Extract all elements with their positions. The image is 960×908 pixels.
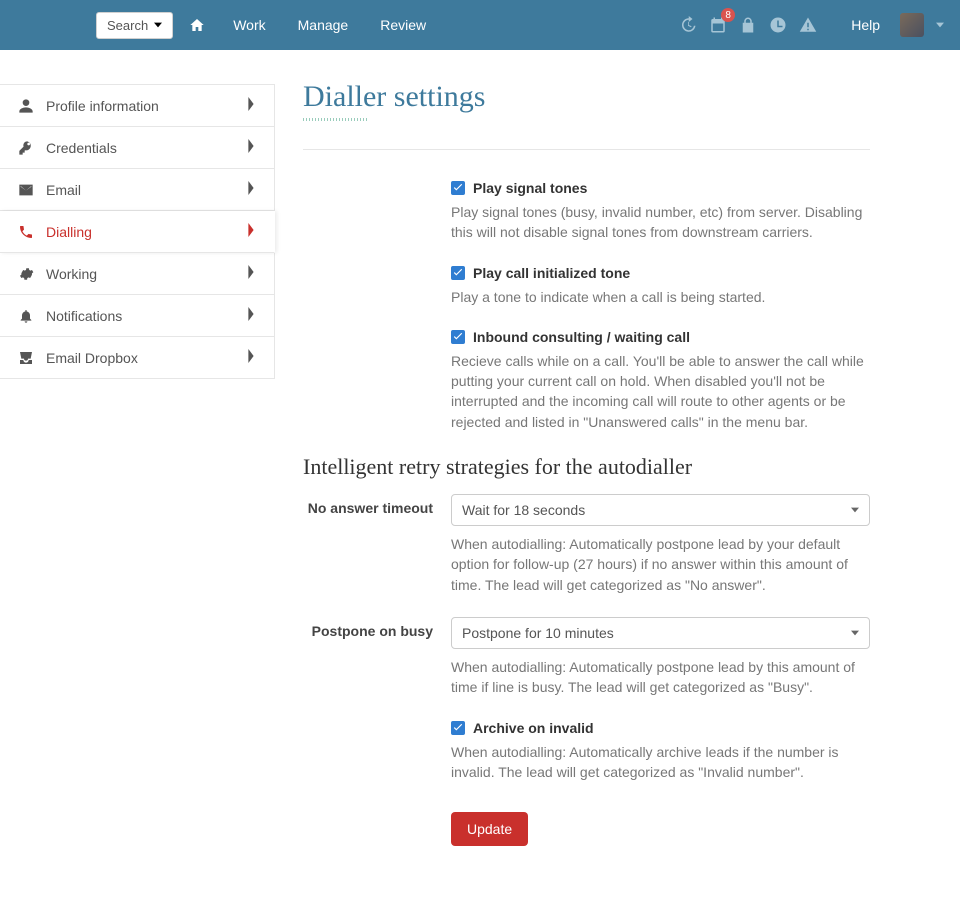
- postpone-value: Postpone for 10 minutes: [462, 625, 614, 641]
- caret-down-icon: [154, 21, 162, 29]
- chevron-right-icon: [246, 349, 256, 366]
- bell-icon: [18, 308, 36, 324]
- sidebar-item-email-dropbox[interactable]: Email Dropbox: [0, 337, 274, 379]
- postpone-label: Postpone on busy: [303, 617, 451, 698]
- history-icon: [679, 16, 697, 34]
- no-answer-value: Wait for 18 seconds: [462, 502, 585, 518]
- calendar-badge: 8: [721, 8, 735, 22]
- no-answer-select[interactable]: Wait for 18 seconds: [451, 494, 870, 526]
- sidebar: Profile information Credentials Email Diall…: [0, 50, 275, 908]
- sidebar-item-label: Email Dropbox: [46, 350, 138, 366]
- check-icon: [453, 183, 463, 193]
- checkbox-1[interactable]: [451, 266, 465, 280]
- sidebar-item-label: Credentials: [46, 140, 117, 156]
- clock-button[interactable]: [767, 14, 789, 36]
- sidebar-item-label: Dialling: [46, 224, 92, 240]
- checkbox-2-help: Recieve calls while on a call. You'll be…: [451, 351, 870, 432]
- check-icon: [453, 332, 463, 342]
- chevron-right-icon: [246, 307, 256, 324]
- sidebar-item-profile-information[interactable]: Profile information: [0, 84, 274, 127]
- search-button[interactable]: Search: [96, 12, 173, 39]
- check-icon: [453, 723, 463, 733]
- caret-down-icon: [851, 506, 859, 514]
- sidebar-item-label: Notifications: [46, 308, 122, 324]
- sidebar-item-dialling[interactable]: Dialling: [0, 211, 275, 253]
- title-underline: [303, 118, 369, 121]
- postpone-select[interactable]: Postpone for 10 minutes: [451, 617, 870, 649]
- home-icon: [189, 17, 205, 33]
- avatar[interactable]: [900, 13, 924, 37]
- page-title: Dialler settings: [303, 80, 870, 114]
- sidebar-item-notifications[interactable]: Notifications: [0, 295, 274, 337]
- checkbox-1-help: Play a tone to indicate when a call is b…: [451, 287, 870, 307]
- warning-icon: [799, 16, 817, 34]
- sidebar-item-working[interactable]: Working: [0, 253, 274, 295]
- user-menu-caret-icon[interactable]: [936, 21, 944, 29]
- nav-work[interactable]: Work: [221, 11, 277, 39]
- inbox-icon: [18, 350, 36, 366]
- help-link[interactable]: Help: [839, 11, 892, 39]
- lock-button[interactable]: [737, 14, 759, 36]
- archive-help: When autodialling: Automatically archive…: [451, 742, 870, 783]
- chevron-right-icon: [246, 139, 256, 156]
- update-button[interactable]: Update: [451, 812, 528, 846]
- sidebar-item-credentials[interactable]: Credentials: [0, 127, 274, 169]
- archive-label: Archive on invalid: [473, 720, 594, 736]
- section-retry-title: Intelligent retry strategies for the aut…: [303, 454, 870, 480]
- check-icon: [453, 268, 463, 278]
- chevron-right-icon: [246, 97, 256, 114]
- chevron-right-icon: [246, 181, 256, 198]
- checkbox-0-help: Play signal tones (busy, invalid number,…: [451, 202, 870, 243]
- calendar-button[interactable]: 8: [707, 14, 729, 36]
- lock-icon: [739, 16, 757, 34]
- nav-review[interactable]: Review: [368, 11, 438, 39]
- top-nav: Search Work Manage Review 8 Help: [0, 0, 960, 50]
- clock-icon: [769, 16, 787, 34]
- checkbox-1-label: Play call initialized tone: [473, 265, 630, 281]
- user-icon: [18, 98, 36, 114]
- sidebar-item-label: Profile information: [46, 98, 159, 114]
- chevron-right-icon: [246, 265, 256, 282]
- no-answer-help: When autodialling: Automatically postpon…: [451, 534, 870, 595]
- chevron-right-icon: [246, 223, 256, 240]
- sidebar-item-label: Working: [46, 266, 97, 282]
- checkbox-2[interactable]: [451, 330, 465, 344]
- key-icon: [18, 140, 36, 156]
- no-answer-label: No answer timeout: [303, 494, 451, 595]
- envelope-icon: [18, 182, 36, 198]
- nav-manage[interactable]: Manage: [286, 11, 361, 39]
- search-label: Search: [107, 18, 148, 33]
- caret-down-icon: [851, 629, 859, 637]
- phone-icon: [18, 224, 36, 240]
- home-link[interactable]: [181, 11, 213, 39]
- main-content: Dialler settings Play signal tones Play s…: [275, 50, 960, 908]
- archive-checkbox[interactable]: [451, 721, 465, 735]
- sidebar-item-label: Email: [46, 182, 81, 198]
- sidebar-item-email[interactable]: Email: [0, 169, 274, 211]
- checkbox-2-label: Inbound consulting / waiting call: [473, 329, 690, 345]
- cogs-icon: [18, 266, 36, 282]
- checkbox-0-label: Play signal tones: [473, 180, 587, 196]
- title-divider: [303, 149, 870, 150]
- history-button[interactable]: [677, 14, 699, 36]
- postpone-help: When autodialling: Automatically postpon…: [451, 657, 870, 698]
- checkbox-0[interactable]: [451, 181, 465, 195]
- alert-button[interactable]: [797, 14, 819, 36]
